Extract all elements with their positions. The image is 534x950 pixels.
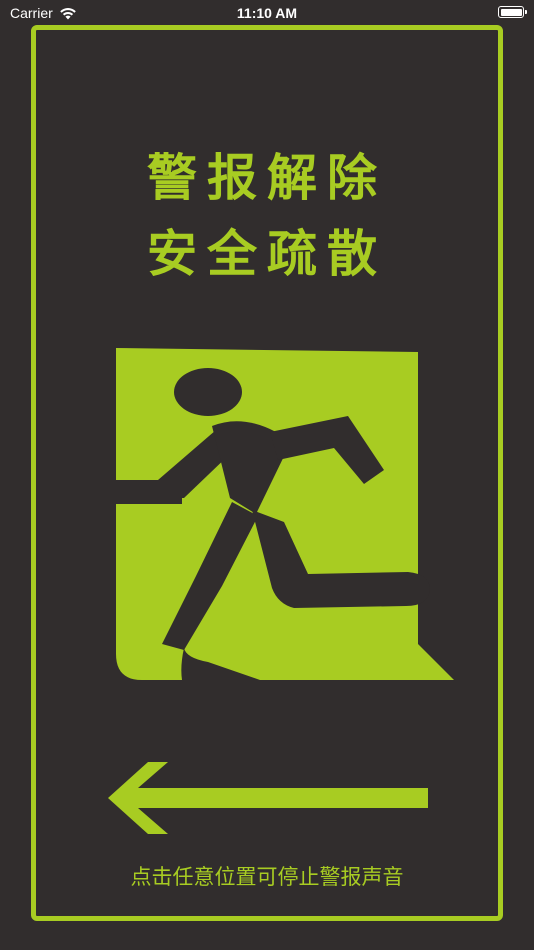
headline-alarm-cleared: 警报解除	[147, 149, 387, 207]
hint-stop-alarm: 点击任意位置可停止警报声音	[130, 865, 404, 889]
battery-tip	[525, 10, 527, 14]
running-man-exit-icon	[112, 348, 458, 684]
battery-fill	[500, 8, 522, 16]
status-time: 11:10 AM	[236, 5, 298, 21]
status-bar: Carrier 11:10 AM	[0, 0, 534, 26]
headline-safe-evacuation: 安全疏散	[147, 225, 387, 283]
arrow-left-icon	[108, 762, 432, 834]
battery-icon	[498, 6, 527, 18]
